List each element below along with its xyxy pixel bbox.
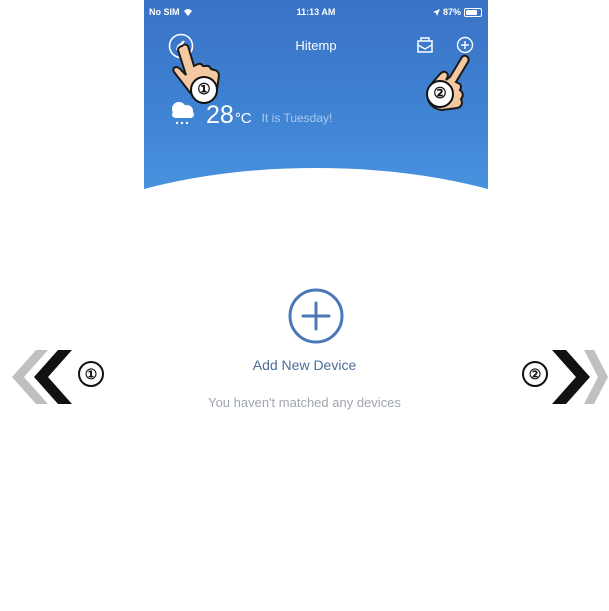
- add-device-button[interactable]: [287, 287, 345, 345]
- weekday-text: It is Tuesday!: [261, 111, 333, 125]
- battery-percent: 87%: [442, 7, 461, 17]
- callout-number-1: ①: [190, 76, 218, 104]
- location-icon: [432, 8, 440, 16]
- battery-icon: [464, 7, 482, 17]
- temperature-value: 28: [206, 101, 234, 129]
- plus-circle-icon: [288, 288, 344, 344]
- temperature-unit: °C: [234, 110, 252, 127]
- cloud-rain-icon: [172, 102, 194, 125]
- weather-widget: 28 °C It is Tuesday!: [166, 98, 332, 128]
- callout-number-2: ②: [522, 361, 548, 387]
- header-curve: [144, 168, 488, 206]
- callout-number-1: ①: [78, 361, 104, 387]
- status-bar: No SIM 11:13 AM 87%: [144, 7, 488, 21]
- callout-number-2: ②: [426, 80, 454, 108]
- previous-arrow-icon[interactable]: [8, 346, 80, 408]
- next-arrow-icon[interactable]: [548, 346, 608, 408]
- empty-state-message: You haven't matched any devices: [208, 395, 401, 410]
